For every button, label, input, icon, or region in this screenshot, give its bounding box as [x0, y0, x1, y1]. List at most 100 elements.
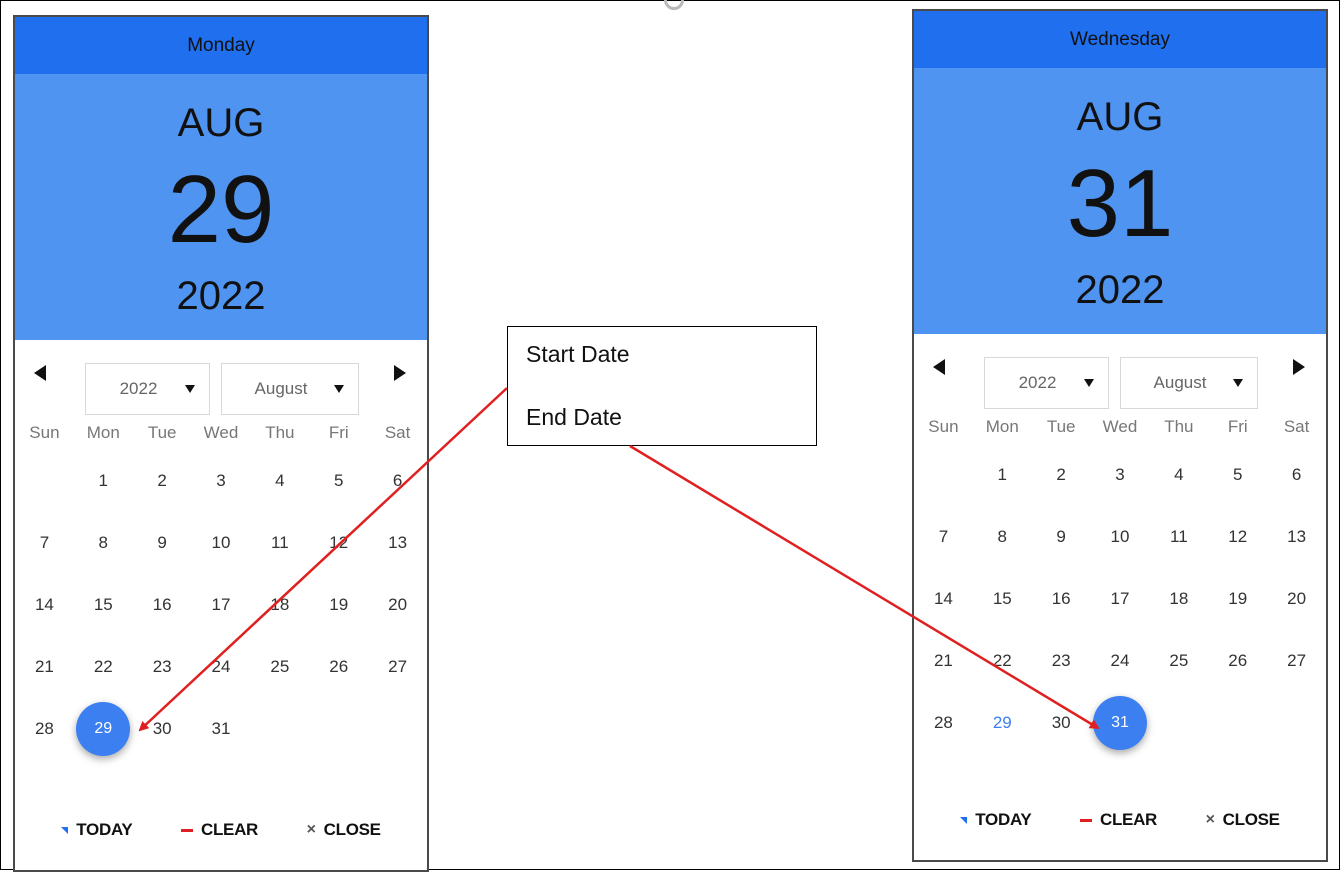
calendar-day[interactable]: 25 — [1149, 630, 1208, 692]
calendar-day[interactable]: 1 — [74, 450, 133, 512]
calendar-day[interactable]: 22 — [74, 636, 133, 698]
date-year: 2022 — [176, 274, 266, 318]
calendar-day[interactable]: 13 — [1267, 506, 1326, 568]
calendar-day[interactable]: 18 — [1149, 568, 1208, 630]
calendar-day[interactable]: 19 — [1208, 568, 1267, 630]
calendar-day-number: 9 — [1056, 527, 1066, 546]
calendar-day[interactable]: 9 — [133, 512, 192, 574]
calendar-day-number: 19 — [1228, 589, 1248, 608]
dow-sat: Sat — [1283, 417, 1310, 436]
calendar-day[interactable]: 5 — [1208, 444, 1267, 506]
calendar-day-number: 4 — [1174, 465, 1184, 484]
calendar-day[interactable]: 20 — [368, 574, 427, 636]
calendar-day[interactable]: 2 — [133, 450, 192, 512]
calendar-day[interactable]: 30 — [133, 698, 192, 760]
calendar-day[interactable]: 8 — [973, 506, 1032, 568]
calendar-day-number: 13 — [388, 533, 408, 552]
calendar-day-number: 1 — [997, 465, 1008, 484]
calendar-day[interactable]: 23 — [1032, 630, 1091, 692]
calendar-day[interactable]: 19 — [309, 574, 368, 636]
triangle-left-icon — [933, 359, 945, 375]
today-button[interactable]: TODAY — [61, 820, 133, 840]
calendar-week: 7 8 9 10 11 12 13 — [914, 506, 1326, 568]
calendar-day[interactable]: 7 — [15, 512, 74, 574]
calendar-day[interactable]: 17 — [192, 574, 251, 636]
calendar-day-number: 14 — [34, 595, 54, 614]
calendar-day-number: 26 — [329, 657, 349, 676]
calendar-day[interactable]: 4 — [250, 450, 309, 512]
calendar-day[interactable]: 21 — [914, 630, 973, 692]
calendar-day[interactable]: 1 — [973, 444, 1032, 506]
today-button[interactable]: TODAY — [960, 810, 1032, 830]
calendar-day[interactable]: 7 — [914, 506, 973, 568]
close-button[interactable]: × CLOSE — [1206, 810, 1280, 830]
calendar-day[interactable]: 16 — [133, 574, 192, 636]
calendar-day[interactable]: 27 — [368, 636, 427, 698]
close-button[interactable]: × CLOSE — [307, 820, 381, 840]
calendar-day[interactable]: 23 — [133, 636, 192, 698]
calendar-day-number: 29 — [76, 702, 131, 756]
year-select[interactable]: 2022 — [984, 357, 1109, 409]
calendar-day[interactable]: 17 — [1091, 568, 1150, 630]
weekday-label: Monday — [187, 34, 255, 56]
calendar-day[interactable]: 5 — [309, 450, 368, 512]
calendar-day[interactable]: 13 — [368, 512, 427, 574]
calendar-day[interactable]: 11 — [1149, 506, 1208, 568]
calendar-day-number: 16 — [152, 595, 172, 614]
calendar-day[interactable]: 31 — [192, 698, 251, 760]
calendar-day[interactable]: 22 — [973, 630, 1032, 692]
calendar-day[interactable]: 8 — [74, 512, 133, 574]
prev-month-button[interactable] — [27, 360, 53, 386]
calendar-day[interactable]: 29 — [74, 698, 133, 760]
calendar-day[interactable]: 31 — [1091, 692, 1150, 754]
next-month-button[interactable] — [387, 360, 413, 386]
calendar-day[interactable]: 25 — [250, 636, 309, 698]
calendar-day-number: 23 — [152, 657, 172, 676]
calendar-day[interactable]: 28 — [15, 698, 74, 760]
calendar-day[interactable]: 20 — [1267, 568, 1326, 630]
clear-button[interactable]: CLEAR — [1079, 810, 1157, 830]
calendar-day[interactable]: 14 — [15, 574, 74, 636]
calendar-day[interactable]: 29 — [973, 692, 1032, 754]
calendar-day-number: 20 — [1287, 589, 1307, 608]
calendar-day[interactable]: 3 — [1091, 444, 1150, 506]
calendar-day[interactable]: 10 — [1091, 506, 1150, 568]
calendar-day-number: 22 — [93, 657, 113, 676]
calendar-day[interactable]: 16 — [1032, 568, 1091, 630]
calendar-day[interactable]: 2 — [1032, 444, 1091, 506]
calendar-day[interactable]: 24 — [1091, 630, 1150, 692]
calendar-day[interactable]: 21 — [15, 636, 74, 698]
calendar-day[interactable]: 9 — [1032, 506, 1091, 568]
calendar-day[interactable]: 27 — [1267, 630, 1326, 692]
calendar-day[interactable]: 11 — [250, 512, 309, 574]
calendar-day[interactable]: 15 — [74, 574, 133, 636]
prev-month-button[interactable] — [926, 354, 952, 380]
close-label: CLOSE — [1222, 810, 1280, 829]
calendar-day[interactable]: 18 — [250, 574, 309, 636]
calendar-day[interactable]: 30 — [1032, 692, 1091, 754]
calendar-day[interactable]: 15 — [973, 568, 1032, 630]
calendar-day[interactable]: 6 — [1267, 444, 1326, 506]
calendar-day[interactable]: 12 — [309, 512, 368, 574]
calendar-day-number: 9 — [157, 533, 167, 552]
year-select[interactable]: 2022 — [85, 363, 210, 415]
today-label: TODAY — [76, 820, 133, 839]
calendar-day[interactable]: 26 — [309, 636, 368, 698]
date-year: 2022 — [1075, 268, 1165, 312]
calendar-day[interactable]: 12 — [1208, 506, 1267, 568]
calendar-day-number: 31 — [1093, 696, 1147, 750]
calendar-day[interactable]: 4 — [1149, 444, 1208, 506]
next-month-button[interactable] — [1286, 354, 1312, 380]
calendar-day[interactable]: 6 — [368, 450, 427, 512]
month-select[interactable]: August — [1120, 357, 1258, 409]
calendar-day[interactable]: 10 — [192, 512, 251, 574]
calendar-day-number: 22 — [992, 651, 1012, 670]
calendar-day[interactable]: 28 — [914, 692, 973, 754]
calendar-day[interactable]: 14 — [914, 568, 973, 630]
calendar-day[interactable]: 3 — [192, 450, 251, 512]
clear-button[interactable]: CLEAR — [180, 820, 258, 840]
calendar-day[interactable]: 26 — [1208, 630, 1267, 692]
dow-sun: Sun — [29, 423, 60, 442]
calendar-day[interactable]: 24 — [192, 636, 251, 698]
month-select[interactable]: August — [221, 363, 359, 415]
